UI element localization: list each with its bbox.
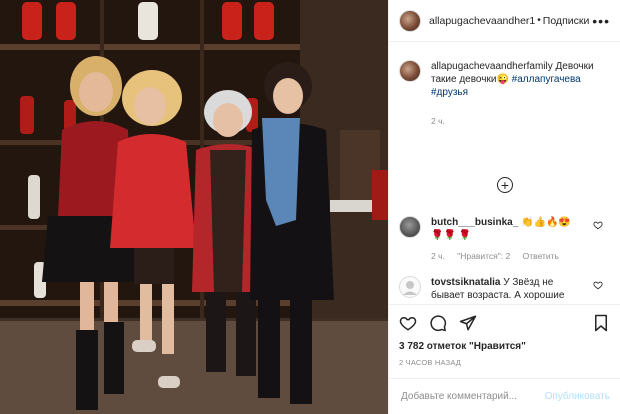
caption-body: allapugachevaandherfamily Девочки такие … (431, 60, 601, 128)
following-button[interactable]: Подписки (543, 15, 590, 27)
comment-item: butch___businka_ 👏👍🔥😍🌹🌹 🌹 2 ч. "Нравится… (399, 216, 611, 263)
bookmark-icon[interactable] (592, 314, 610, 332)
comment-likes[interactable]: "Нравится": 2 (457, 251, 510, 261)
author-username[interactable]: allapugachevaandher1 (429, 15, 535, 27)
caption-avatar[interactable] (399, 60, 421, 82)
more-options-icon[interactable]: ••• (592, 13, 610, 29)
like-comment-icon[interactable] (593, 280, 603, 290)
comment-body: tovstsiknatalia У Звёзд не бывает возрас… (431, 276, 581, 304)
comment-body: butch___businka_ 👏👍🔥😍🌹🌹 🌹 2 ч. "Нравится… (431, 216, 581, 263)
photo-scene (0, 0, 388, 414)
post-side-panel: allapugachevaandher1 • Подписки ••• alla… (388, 0, 620, 414)
action-bar (389, 304, 620, 340)
commenter-avatar[interactable] (399, 276, 421, 298)
caption: allapugachevaandherfamily Девочки такие … (389, 42, 620, 128)
instagram-post: allapugachevaandher1 • Подписки ••• alla… (0, 0, 620, 414)
hashtag-link[interactable]: #друзья (431, 87, 468, 98)
comment-time: 2 ч. (431, 251, 445, 261)
caption-username[interactable]: allapugachevaandherfamily (431, 61, 553, 72)
load-more-comments-icon[interactable]: + (497, 177, 513, 193)
share-paper-plane-icon[interactable] (459, 314, 477, 332)
comments-section[interactable]: allapugachevaandherfamily Девочки такие … (389, 42, 620, 304)
post-photo[interactable] (0, 0, 388, 414)
likes-count[interactable]: 3 782 отметок "Нравится" (389, 340, 620, 354)
header-separator: • (537, 15, 541, 26)
like-heart-icon[interactable] (399, 314, 417, 332)
commenter-username[interactable]: butch___businka_ (431, 217, 518, 228)
reply-button[interactable]: Ответить (523, 251, 559, 261)
add-comment-bar: Опубликовать (389, 378, 620, 414)
default-avatar-icon (403, 281, 417, 295)
author-avatar[interactable] (399, 9, 421, 32)
posted-time: 2 часов назад (399, 358, 462, 367)
commenter-username[interactable]: tovstsiknatalia (431, 277, 500, 288)
publish-button[interactable]: Опубликовать (545, 391, 610, 402)
post-header: allapugachevaandher1 • Подписки ••• (389, 0, 620, 42)
like-comment-icon[interactable] (593, 220, 603, 230)
comment-item: tovstsiknatalia У Звёзд не бывает возрас… (399, 276, 611, 304)
comment-bubble-icon[interactable] (429, 314, 447, 332)
commenter-avatar[interactable] (399, 216, 421, 238)
comment-input[interactable] (399, 390, 545, 403)
hashtag-link[interactable]: #аллапугачева (512, 74, 581, 85)
comment-meta: 2 ч. "Нравится": 2 Ответить (431, 250, 581, 263)
caption-time: 2 ч. (431, 116, 445, 126)
